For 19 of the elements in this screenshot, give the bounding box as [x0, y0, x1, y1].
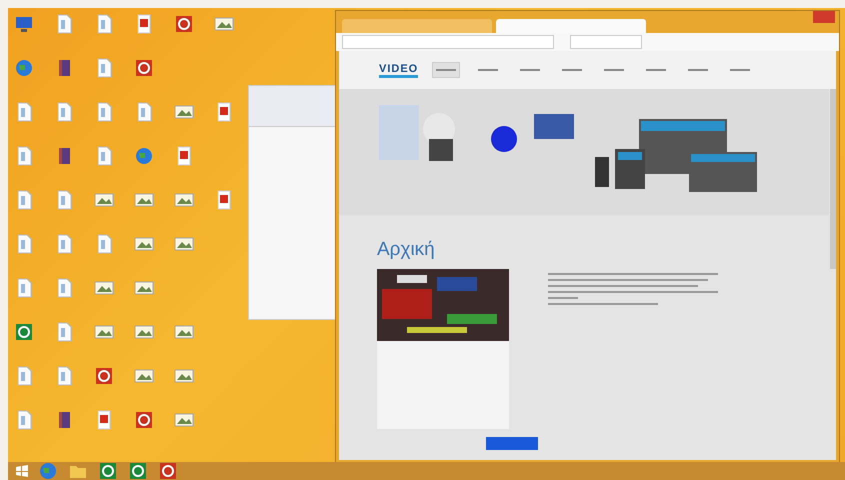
app-icon[interactable]	[98, 461, 118, 480]
app-icon[interactable]	[174, 14, 194, 34]
page-heading: Αρχική	[377, 239, 436, 261]
start-icon[interactable]	[16, 465, 28, 477]
scrollbar[interactable]	[830, 89, 836, 269]
app-icon[interactable]	[128, 461, 148, 480]
globe-icon[interactable]	[38, 461, 58, 480]
globe-icon[interactable]	[134, 146, 154, 166]
app-icon[interactable]	[14, 322, 34, 342]
globe-icon[interactable]	[14, 58, 34, 78]
app-icon[interactable]	[134, 410, 154, 430]
app-icon[interactable]	[134, 58, 154, 78]
address-bar[interactable]	[342, 35, 554, 49]
site-logo[interactable]: VIDEO	[379, 62, 418, 78]
computer-icon[interactable]	[14, 14, 34, 34]
app-icon[interactable]	[94, 366, 114, 386]
app-icon[interactable]	[158, 461, 178, 480]
nav-item[interactable]	[432, 62, 460, 78]
search-field[interactable]	[570, 35, 642, 49]
